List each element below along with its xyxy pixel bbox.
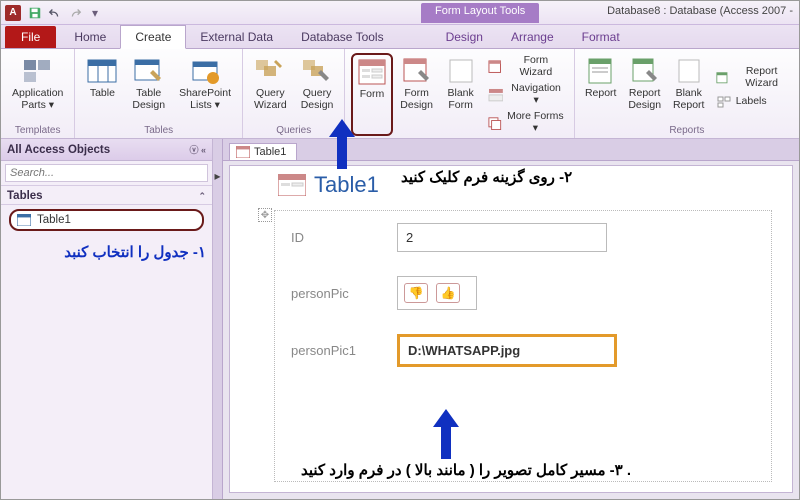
ribbon-group-tables: Table Table Design SharePoint Lists ▾ Ta…	[75, 49, 243, 138]
tab-home[interactable]: Home	[60, 26, 120, 48]
report-wizard-icon	[716, 70, 730, 86]
tab-create[interactable]: Create	[120, 25, 186, 49]
tab-design[interactable]: Design	[432, 26, 497, 48]
tab-file[interactable]: File	[5, 26, 56, 48]
shutter-bar[interactable]: ▸	[213, 139, 223, 499]
access-logo-icon: A	[5, 5, 21, 21]
labels-button[interactable]: Labels	[713, 92, 793, 112]
table-button[interactable]: Table	[81, 53, 123, 123]
qat-dropdown-icon[interactable]: ▾	[86, 4, 104, 22]
document-tabs: Table1	[213, 139, 799, 161]
form-header-icon	[278, 174, 306, 196]
field-input-personpic1[interactable]: D:\WHATSAPP.jpg	[397, 334, 617, 367]
more-forms-button[interactable]: More Forms ▾	[485, 109, 568, 136]
document-area: ▸ Table1 Table1 ✥ ID 2	[213, 139, 799, 499]
application-parts-button[interactable]: Application Parts ▾	[7, 53, 68, 123]
ribbon-group-forms: Form Form Design Blank Form Form Wizard …	[345, 49, 574, 138]
nav-item-table1[interactable]: Table1	[9, 209, 204, 231]
nav-header[interactable]: All Access Objects ⓥ «	[1, 139, 212, 161]
ribbon-tabs: File Home Create External Data Database …	[1, 25, 799, 49]
form-button[interactable]: Form	[351, 53, 392, 136]
table-icon	[17, 214, 31, 226]
blank-report-button[interactable]: Blank Report	[669, 53, 709, 123]
blank-form-button[interactable]: Blank Form	[441, 53, 481, 136]
table-icon	[86, 56, 118, 86]
report-wizard-button[interactable]: Report Wizard	[713, 64, 793, 91]
query-design-icon	[301, 56, 333, 86]
form-canvas: Table1 ✥ ID 2 personPic 👎 👍	[229, 165, 793, 493]
sharepoint-icon	[189, 56, 221, 86]
contextual-tab-label: Form Layout Tools	[421, 3, 539, 23]
ribbon-group-reports: Report Report Design Blank Report Report…	[575, 49, 799, 138]
field-label-personpic1: personPic1	[291, 343, 381, 358]
thumb-up-icon: 👍	[436, 283, 460, 303]
body: All Access Objects ⓥ « Tables ⌃ Table1 ۱…	[1, 139, 799, 499]
chevron-down-icon: ⓥ «	[189, 143, 206, 156]
search-input[interactable]	[5, 164, 208, 182]
field-input-id[interactable]: 2	[397, 223, 607, 252]
query-wizard-button[interactable]: Query Wizard	[249, 53, 292, 123]
annotation-1: ۱- جدول را انتخاب کنبد	[1, 235, 212, 269]
undo-icon[interactable]	[46, 4, 64, 22]
arrow-icon	[431, 409, 461, 462]
annotation-3: . ۳- مسیر کامل تصویر را ( مانند بالا ) د…	[301, 461, 631, 479]
app-window: A ▾ Form Layout Tools Database8 : Databa…	[0, 0, 800, 500]
report-button[interactable]: Report	[581, 53, 621, 123]
query-design-button[interactable]: Query Design	[296, 53, 339, 123]
blank-form-icon	[445, 56, 477, 86]
sharepoint-lists-button[interactable]: SharePoint Lists ▾	[174, 53, 236, 123]
report-icon	[585, 56, 617, 86]
tab-arrange[interactable]: Arrange	[497, 26, 568, 48]
form-wizard-button[interactable]: Form Wizard	[485, 53, 568, 80]
tab-database-tools[interactable]: Database Tools	[287, 26, 398, 48]
ribbon: Application Parts ▾ Templates Table Tabl…	[1, 49, 799, 139]
form-wizard-icon	[488, 59, 503, 75]
form-detail-grid: ID 2 personPic 👎 👍 personPic1 D:\WHATSAP…	[274, 210, 772, 482]
tab-external-data[interactable]: External Data	[186, 26, 287, 48]
nav-category-tables[interactable]: Tables ⌃	[1, 186, 212, 205]
tab-format[interactable]: Format	[568, 26, 634, 48]
form-icon	[356, 57, 388, 87]
field-input-personpic[interactable]: 👎 👍	[397, 276, 477, 310]
form-design-icon	[401, 56, 433, 86]
more-forms-icon	[488, 115, 502, 131]
thumb-down-icon: 👎	[404, 283, 428, 303]
document-tab-table1[interactable]: Table1	[229, 143, 297, 160]
report-design-button[interactable]: Report Design	[625, 53, 665, 123]
arrow-icon	[327, 119, 357, 172]
collapse-icon: ⌃	[198, 191, 206, 202]
window-title: Database8 : Database (Access 2007 -	[607, 5, 793, 17]
navigation-button[interactable]: Navigation ▾	[485, 81, 568, 108]
field-label-personpic: personPic	[291, 286, 381, 301]
field-label-id: ID	[291, 230, 381, 245]
application-parts-icon	[22, 56, 54, 86]
form-title: Table1	[314, 172, 379, 198]
query-wizard-icon	[254, 56, 286, 86]
table-design-button[interactable]: Table Design	[127, 53, 170, 123]
nav-search	[1, 161, 212, 186]
redo-icon[interactable]	[66, 4, 84, 22]
annotation-2: ۲- روی گزینه فرم کلیک کنید	[401, 168, 572, 186]
labels-icon	[716, 94, 732, 110]
report-design-icon	[629, 56, 661, 86]
form-design-button[interactable]: Form Design	[397, 53, 437, 136]
table-design-icon	[133, 56, 165, 86]
ribbon-group-templates: Application Parts ▾ Templates	[1, 49, 75, 138]
blank-report-icon	[673, 56, 705, 86]
layout-selector-icon[interactable]: ✥	[258, 208, 272, 222]
navigation-icon	[488, 87, 504, 103]
navigation-pane: All Access Objects ⓥ « Tables ⌃ Table1 ۱…	[1, 139, 213, 499]
title-bar: A ▾ Form Layout Tools Database8 : Databa…	[1, 1, 799, 25]
form-icon	[236, 146, 250, 158]
save-icon[interactable]	[26, 4, 44, 22]
